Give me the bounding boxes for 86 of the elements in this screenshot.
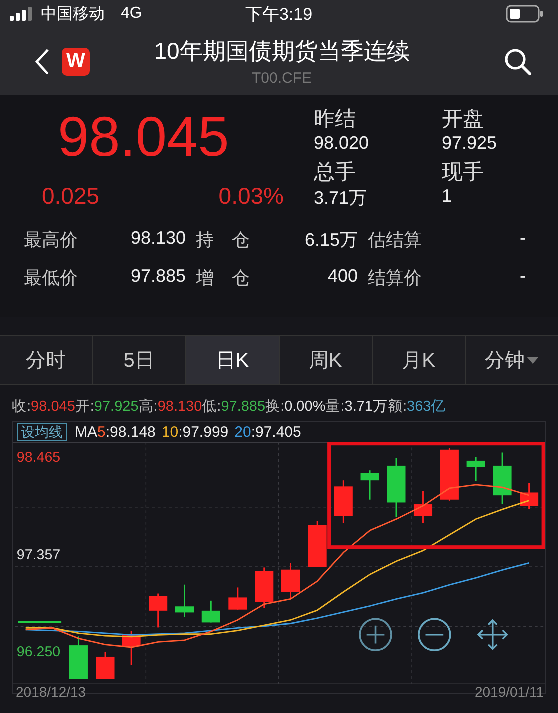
last-price: 98.045 (58, 105, 230, 169)
summary-label: 高: (138, 398, 158, 416)
candle (334, 480, 353, 524)
detail-label: 最低价 (24, 267, 79, 290)
period-tab[interactable]: 分钟 (466, 336, 558, 384)
stat-label: 总手 (314, 160, 357, 186)
summary-label: 收: (12, 398, 32, 416)
battery-icon (506, 5, 544, 23)
zoom-out-icon[interactable] (418, 618, 452, 652)
candle (255, 568, 274, 608)
candle (282, 563, 300, 600)
summary-label: 开: (75, 398, 94, 416)
candle (175, 584, 194, 617)
ma-label: MA (75, 424, 98, 440)
candle (520, 483, 539, 510)
period-tab[interactable]: 周K (280, 336, 373, 384)
candle (360, 470, 380, 500)
network-type: 4G (121, 5, 142, 23)
candle (149, 594, 168, 628)
summary-value: 3.71万 (344, 398, 388, 416)
move-icon[interactable] (477, 619, 508, 650)
candle (228, 588, 248, 610)
candle (202, 600, 220, 623)
candle (69, 636, 88, 680)
tick-label: 96.250 (16, 644, 61, 661)
date-label: 2018/12/13 (16, 684, 86, 700)
candle (440, 448, 459, 501)
stat-label: 开盘 (442, 107, 485, 133)
detail-value: 98.130 (130, 228, 186, 250)
date-label: 2019/01/11 (474, 684, 544, 700)
clock-time: 下午3:19 (244, 4, 314, 26)
detail-value: - (519, 266, 526, 288)
ma-value: :98.148 (106, 424, 156, 440)
candle (466, 457, 486, 482)
ma-period: 10 (162, 424, 179, 440)
summary-value: 98.130 (158, 399, 202, 415)
stat-value: 3.71万 (314, 187, 368, 210)
period-tab[interactable]: 月K (372, 336, 466, 384)
candle (308, 521, 327, 567)
candle (414, 491, 433, 524)
candle (493, 452, 512, 505)
candle (122, 631, 141, 666)
summary-label: 换: (266, 398, 285, 416)
period-tab[interactable]: 分时 (0, 336, 94, 384)
search-icon[interactable] (504, 48, 532, 76)
candle (18, 621, 62, 624)
instrument-code: T00.CFE (252, 70, 312, 87)
detail-value: 97.885 (130, 266, 186, 288)
summary-value: 98.045 (31, 399, 76, 415)
ma-period: 5 (98, 424, 106, 440)
tick-label: 97.357 (16, 547, 61, 564)
detail-label: 估结算 (368, 229, 423, 252)
period-tab[interactable]: 日K (186, 336, 280, 384)
detail-value: 6.15万 (304, 229, 358, 252)
stat-value: 97.925 (442, 133, 498, 154)
zoom-in-icon[interactable] (359, 618, 392, 652)
detail-value: - (519, 228, 526, 250)
summary-value: 0.00% (284, 399, 326, 415)
summary-value: 97.885 (221, 399, 266, 415)
summary-value: 97.925 (94, 399, 139, 415)
candle (387, 458, 406, 518)
detail-label: 结算价 (368, 267, 423, 290)
instrument-title: 10年期国债期货当季连续 (154, 37, 410, 66)
stat-value: 98.020 (314, 133, 370, 154)
set-ma-button[interactable]: 设均线 (17, 423, 67, 441)
detail-label: 最高价 (24, 229, 79, 252)
stat-label: 现手 (442, 160, 485, 186)
detail-label: 持 仓 (196, 229, 251, 252)
summary-label: 量: (326, 398, 345, 416)
detail-value: 400 (326, 266, 358, 288)
carrier-name: 中国移动 (41, 4, 105, 24)
summary-label: 额: (388, 398, 408, 416)
ma-value: :97.999 (178, 424, 229, 440)
ma-value: :97.405 (251, 424, 302, 440)
summary-value: 363亿 (407, 398, 446, 416)
ma-period: 20 (234, 424, 252, 440)
tick-label: 98.465 (16, 450, 61, 466)
candle (96, 652, 115, 680)
summary-label: 低: (202, 398, 222, 416)
stat-label: 昨结 (314, 107, 357, 133)
price-change: 0.025 (42, 183, 100, 210)
detail-label: 增 仓 (196, 267, 251, 290)
app-logo: W (62, 48, 90, 76)
back-icon[interactable] (34, 48, 50, 76)
price-change-percent: 0.03% (218, 183, 284, 210)
stat-value: 1 (442, 186, 454, 207)
